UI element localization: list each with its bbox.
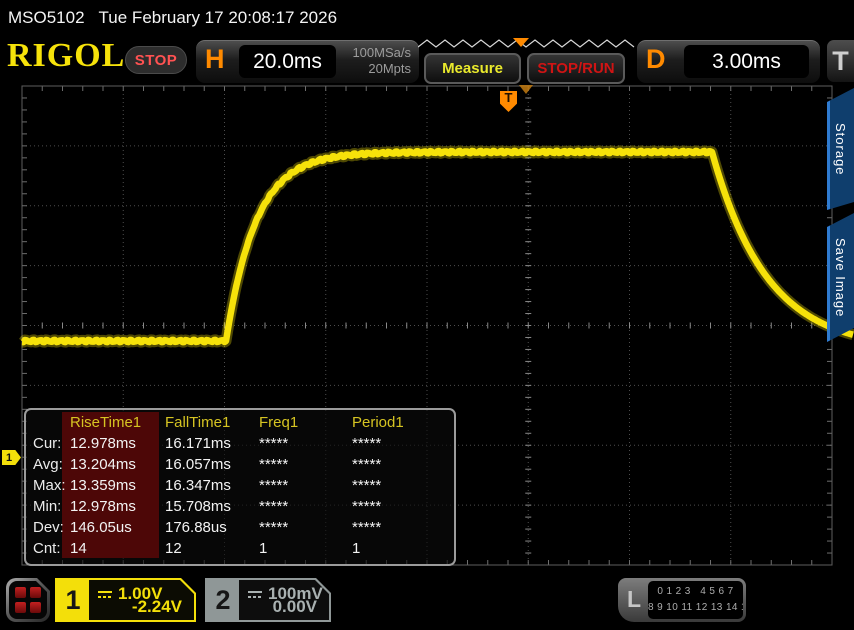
dc-coupling-icon: [97, 589, 113, 599]
rigol-logo: RIGOL: [7, 37, 125, 75]
sample-rate-label: 100MSa/s: [352, 45, 411, 61]
measure-button[interactable]: Measure: [424, 53, 521, 84]
delay-indicator-icon: [519, 85, 533, 94]
waveform-glow: [22, 151, 853, 342]
waveform-display: T 1 Storage Save Image RiseTime1 FallTime…: [0, 84, 854, 568]
measure-value: 16.057ms: [165, 456, 231, 473]
channel1-number-block: 1: [57, 580, 89, 620]
measure-value: 12.978ms: [70, 435, 136, 452]
delay-value: 3.00ms: [684, 45, 809, 78]
measure-value: 16.347ms: [165, 477, 231, 494]
measure-column-header: FallTime1: [165, 414, 230, 431]
timebase-value: 20.0ms: [239, 45, 336, 78]
grid-icon-square: [15, 587, 26, 598]
tab-storage[interactable]: Storage: [827, 88, 854, 210]
measure-value: 146.05us: [70, 519, 132, 536]
measure-value: 13.359ms: [70, 477, 136, 494]
channel2-number-block: 2: [207, 580, 239, 620]
measure-value: 1: [352, 540, 360, 557]
grid-icon-square: [15, 602, 26, 613]
logic-row-2: 8 9 10 11 12 13 14 15: [648, 600, 743, 616]
measure-column-header: Period1: [352, 414, 404, 431]
tab-save-image-label: Save Image: [833, 238, 848, 317]
acquisition-info: 100MSa/s 20Mpts: [352, 45, 411, 77]
measure-value: *****: [352, 498, 381, 515]
channel2-badge[interactable]: 2 100mV 0.00V: [205, 578, 331, 622]
bottom-bar: 1 1.00V -2.24V 2: [0, 568, 854, 630]
logic-label: L: [627, 586, 641, 613]
measure-row-label: Cur:: [33, 435, 61, 452]
tab-save-image[interactable]: Save Image: [827, 213, 854, 342]
horizontal-icon: H: [205, 44, 225, 75]
measure-value: 14: [70, 540, 87, 557]
logic-row-1: 0 1 2 3 4 5 6 7: [648, 584, 743, 600]
dc-coupling-icon: [247, 589, 263, 599]
measure-value: *****: [259, 477, 288, 494]
toolbar: RIGOL STOP H 20.0ms 100MSa/s 20Mpts Meas…: [0, 36, 854, 84]
trigger-marker-label: T: [505, 91, 513, 112]
channel2-offset: 0.00V: [273, 597, 317, 617]
quick-menu-button[interactable]: [6, 578, 50, 622]
measure-value: *****: [352, 477, 381, 494]
measure-column-header: RiseTime1: [70, 414, 141, 431]
measure-value: *****: [352, 519, 381, 536]
memory-waveform-icon: [418, 37, 636, 50]
tab-storage-label: Storage: [833, 123, 848, 176]
measure-value: *****: [352, 456, 381, 473]
measurement-table: RiseTime1 FallTime1 Freq1 Period1 Cur: 12.978…: [24, 408, 456, 566]
measure-value: *****: [352, 435, 381, 452]
measure-row-label: Avg:: [33, 456, 63, 473]
measure-value: 176.88us: [165, 519, 227, 536]
measure-value: 15.708ms: [165, 498, 231, 515]
measure-row-label: Cnt:: [33, 540, 61, 557]
measure-value: *****: [259, 456, 288, 473]
run-state-badge: STOP: [125, 46, 187, 74]
trigger-menu-button[interactable]: T: [827, 40, 854, 82]
measure-value: *****: [259, 435, 288, 452]
channel2-number: 2: [215, 585, 230, 616]
oscilloscope-screen: MSO5102 Tue February 17 20:08:17 2026 RI…: [0, 0, 854, 630]
model-label: MSO5102: [8, 8, 85, 28]
measure-row-label: Dev:: [33, 519, 64, 536]
memory-position-bar: [418, 37, 636, 50]
channel1-badge-body: 1 1.00V -2.24V: [57, 580, 194, 620]
grid-icon: [9, 581, 47, 619]
status-bar: MSO5102 Tue February 17 20:08:17 2026: [0, 0, 854, 36]
measure-value: 16.171ms: [165, 435, 231, 452]
memory-depth-label: 20Mpts: [352, 61, 411, 77]
channel1-number: 1: [65, 585, 80, 616]
delay-settings-group[interactable]: D 3.00ms: [637, 40, 820, 83]
channel1-offset: -2.24V: [132, 597, 182, 617]
delay-icon: D: [646, 44, 666, 75]
measure-value: 13.204ms: [70, 456, 136, 473]
datetime-label: Tue February 17 20:08:17 2026: [99, 8, 337, 28]
measure-row-label: Max:: [33, 477, 66, 494]
memory-trigger-position-icon: [513, 38, 529, 47]
ch1-marker-label: 1: [6, 452, 12, 464]
grid-icon-square: [30, 587, 41, 598]
logic-channels-box: 0 1 2 3 4 5 6 7 8 9 10 11 12 13 14 15: [648, 581, 743, 619]
measure-value: 12.978ms: [70, 498, 136, 515]
stop-run-button[interactable]: STOP/RUN: [527, 53, 625, 84]
logic-channels-badge[interactable]: L 0 1 2 3 4 5 6 7 8 9 10 11 12 13 14 15: [618, 578, 746, 622]
horizontal-settings-group[interactable]: H 20.0ms 100MSa/s 20Mpts: [196, 40, 419, 83]
measure-value: 1: [259, 540, 267, 557]
channel2-badge-body: 2 100mV 0.00V: [207, 580, 329, 620]
measure-column-header: Freq1: [259, 414, 298, 431]
measure-value: 12: [165, 540, 182, 557]
measure-row-label: Min:: [33, 498, 61, 515]
waveform-trace-ch1: [22, 151, 853, 342]
channel1-badge[interactable]: 1 1.00V -2.24V: [55, 578, 196, 622]
grid-icon-square: [30, 602, 41, 613]
measure-value: *****: [259, 519, 288, 536]
measure-value: *****: [259, 498, 288, 515]
